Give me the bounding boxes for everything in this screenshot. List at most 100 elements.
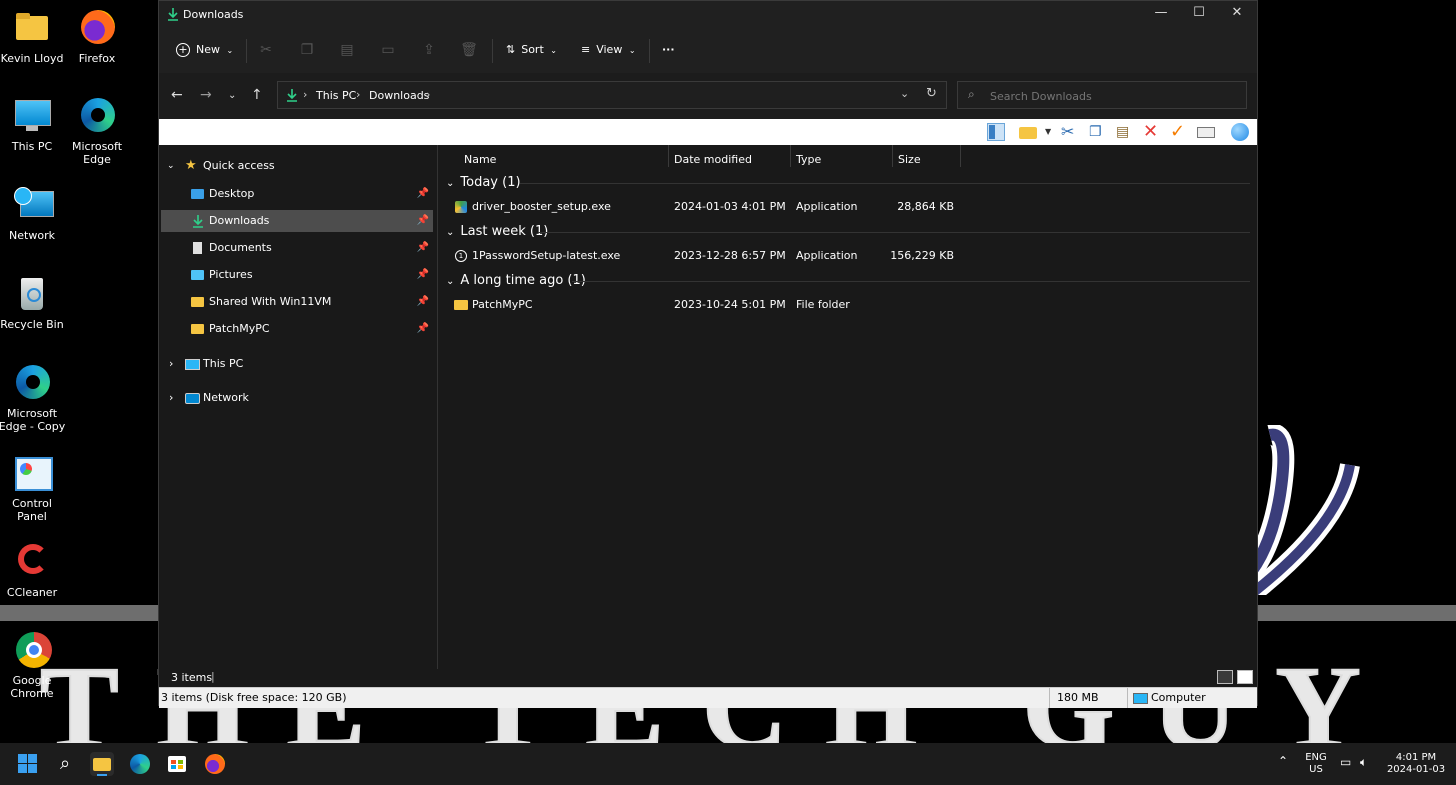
preview-pane-icon[interactable] bbox=[987, 123, 1005, 141]
column-header-row: Name Date modified Type Size bbox=[438, 145, 1258, 167]
sort-label: Sort bbox=[521, 43, 544, 56]
desktop-icon-this-pc[interactable]: This PC bbox=[0, 96, 67, 153]
more-options-button[interactable]: ··· bbox=[662, 39, 675, 61]
address-bar[interactable]: › This PC › Downloads › ⌄ ↻ bbox=[277, 81, 947, 109]
recycle-bin-icon bbox=[12, 274, 52, 314]
desktop-icon-label: Firefox bbox=[78, 52, 116, 65]
file-name: driver_booster_setup.exe bbox=[472, 200, 611, 213]
sidebar-item-documents[interactable]: Documents 📌 bbox=[161, 237, 433, 259]
breadcrumb-chevron: › bbox=[303, 88, 308, 101]
group-header-last-week[interactable]: ⌄ Last week (1) bbox=[446, 224, 548, 239]
chevron-down-icon: ⌄ bbox=[446, 276, 455, 287]
forward-button[interactable]: → bbox=[200, 87, 212, 103]
table-row[interactable]: 1 1PasswordSetup-latest.exe 2023-12-28 6… bbox=[438, 246, 1258, 266]
sidebar-item-pictures[interactable]: Pictures 📌 bbox=[161, 264, 433, 286]
desktop-icon-user-folder[interactable]: Kevin Lloyd bbox=[0, 8, 67, 65]
desktop-icon-label: This PC bbox=[11, 140, 53, 153]
chevron-down-icon[interactable]: ⌄ bbox=[900, 87, 909, 100]
desktop-icon-label: Control Panel bbox=[12, 497, 52, 523]
refresh-icon[interactable]: ↻ bbox=[926, 86, 937, 101]
share-icon[interactable]: ⇪ bbox=[419, 40, 439, 60]
sidebar-item-label: Quick access bbox=[203, 159, 275, 172]
delete-icon[interactable]: 🗑 bbox=[459, 40, 479, 60]
store-icon[interactable] bbox=[165, 752, 189, 776]
group-header-today[interactable]: ⌄ Today (1) bbox=[446, 175, 521, 190]
move-to-folder-icon[interactable] bbox=[1019, 123, 1037, 141]
clock[interactable]: 4:01 PM 2024-01-03 bbox=[1384, 752, 1448, 776]
tiles-view-button[interactable] bbox=[1237, 670, 1253, 684]
start-button[interactable] bbox=[16, 752, 40, 776]
desktop-icon-edge[interactable]: Microsoft Edge bbox=[62, 96, 132, 166]
desktop-icon-recycle-bin[interactable]: Recycle Bin bbox=[0, 274, 67, 331]
language-indicator[interactable]: ENG US bbox=[1302, 752, 1330, 776]
paste-icon[interactable]: ▤ bbox=[1116, 123, 1134, 141]
search-input[interactable] bbox=[988, 87, 1232, 105]
column-divider[interactable] bbox=[892, 145, 893, 167]
delete-icon[interactable]: ✕ bbox=[1143, 123, 1161, 141]
sidebar-item-downloads[interactable]: Downloads 📌 bbox=[161, 210, 433, 232]
properties-icon[interactable] bbox=[1197, 123, 1215, 141]
new-button[interactable]: + New ⌄ bbox=[176, 39, 233, 61]
desktop-icon-edge-copy[interactable]: Microsoft Edge - Copy bbox=[0, 363, 67, 433]
sidebar-item-quick-access[interactable]: ⌄ ★ Quick access bbox=[161, 155, 433, 177]
disk-free-text: 3 items (Disk free space: 120 GB) bbox=[161, 691, 347, 704]
edge-icon[interactable] bbox=[128, 752, 152, 776]
rename-icon[interactable]: ▭ bbox=[378, 40, 398, 60]
minimize-button[interactable]: — bbox=[1141, 5, 1181, 25]
download-icon bbox=[168, 8, 178, 21]
globe-icon[interactable] bbox=[1231, 123, 1249, 141]
document-icon bbox=[193, 242, 202, 254]
table-row[interactable]: PatchMyPC 2023-10-24 5:01 PM File folder bbox=[438, 295, 1258, 315]
column-divider[interactable] bbox=[790, 145, 791, 167]
up-button[interactable]: ↑ bbox=[251, 87, 263, 103]
title-bar[interactable]: Downloads — ☐ ✕ bbox=[159, 1, 1257, 29]
show-hidden-icons-button[interactable]: ⌃ bbox=[1278, 755, 1288, 767]
maximize-button[interactable]: ☐ bbox=[1179, 5, 1219, 25]
desktop-icon-chrome[interactable]: Google Chrome bbox=[0, 630, 67, 700]
column-header-size[interactable]: Size bbox=[898, 149, 921, 171]
view-icon: ≡ bbox=[581, 43, 591, 56]
column-header-date[interactable]: Date modified bbox=[674, 149, 752, 171]
sidebar-item-label: Desktop bbox=[209, 187, 255, 200]
desktop-icon-network[interactable]: Network bbox=[0, 185, 67, 242]
navigation-pane: ⌄ ★ Quick access Desktop 📌 Downloads 📌 D… bbox=[159, 145, 438, 669]
chevron-down-icon: ⌄ bbox=[226, 46, 234, 55]
monitor-icon bbox=[12, 96, 52, 136]
search-box[interactable]: ⌕ bbox=[957, 81, 1247, 109]
copy-icon[interactable]: ❐ bbox=[1089, 123, 1107, 141]
back-button[interactable]: ← bbox=[171, 87, 183, 103]
cut-icon[interactable]: ✂ bbox=[1061, 123, 1079, 141]
column-header-name[interactable]: Name bbox=[464, 149, 496, 171]
recent-locations-button[interactable]: ⌄ bbox=[228, 90, 236, 101]
desktop-icon-firefox[interactable]: Firefox bbox=[62, 8, 132, 65]
sidebar-item-network[interactable]: › Network bbox=[161, 387, 433, 409]
details-view-button[interactable] bbox=[1217, 670, 1233, 684]
new-label: New bbox=[196, 43, 220, 56]
sidebar-item-desktop[interactable]: Desktop 📌 bbox=[161, 183, 433, 205]
desktop-icon-control-panel[interactable]: Control Panel bbox=[0, 453, 67, 523]
network-icon[interactable]: ▭ bbox=[1340, 756, 1351, 768]
firefox-icon[interactable] bbox=[203, 752, 227, 776]
sidebar-item-shared-with-win11vm[interactable]: Shared With Win11VM 📌 bbox=[161, 291, 433, 313]
desktop-icon-ccleaner[interactable]: CCleaner bbox=[0, 542, 67, 599]
view-button[interactable]: ≡ View ⌄ bbox=[581, 39, 636, 61]
breadcrumb-downloads[interactable]: Downloads bbox=[369, 89, 429, 102]
cut-icon[interactable]: ✂ bbox=[256, 40, 276, 60]
close-button[interactable]: ✕ bbox=[1217, 5, 1257, 25]
file-explorer-taskbar-icon[interactable] bbox=[90, 752, 114, 776]
sidebar-item-patchmypc[interactable]: PatchMyPC 📌 bbox=[161, 318, 433, 340]
column-divider[interactable] bbox=[668, 145, 669, 167]
search-icon[interactable]: ⌕ bbox=[53, 752, 77, 776]
checkmark-icon[interactable]: ✓ bbox=[1170, 123, 1188, 141]
breadcrumb-this-pc[interactable]: This PC bbox=[316, 89, 356, 102]
column-divider[interactable] bbox=[960, 145, 961, 167]
sort-button[interactable]: ⇅ Sort ⌄ bbox=[506, 39, 557, 61]
copy-icon[interactable]: ❐ bbox=[297, 40, 317, 60]
volume-icon[interactable]: 🔈︎ bbox=[1360, 756, 1367, 768]
table-row[interactable]: driver_booster_setup.exe 2024-01-03 4:01… bbox=[438, 197, 1258, 217]
paste-icon[interactable]: ▤ bbox=[337, 40, 357, 60]
divider bbox=[246, 39, 247, 63]
group-header-long-ago[interactable]: ⌄ A long time ago (1) bbox=[446, 273, 586, 288]
sidebar-item-this-pc[interactable]: › This PC bbox=[161, 353, 433, 375]
column-header-type[interactable]: Type bbox=[796, 149, 821, 171]
